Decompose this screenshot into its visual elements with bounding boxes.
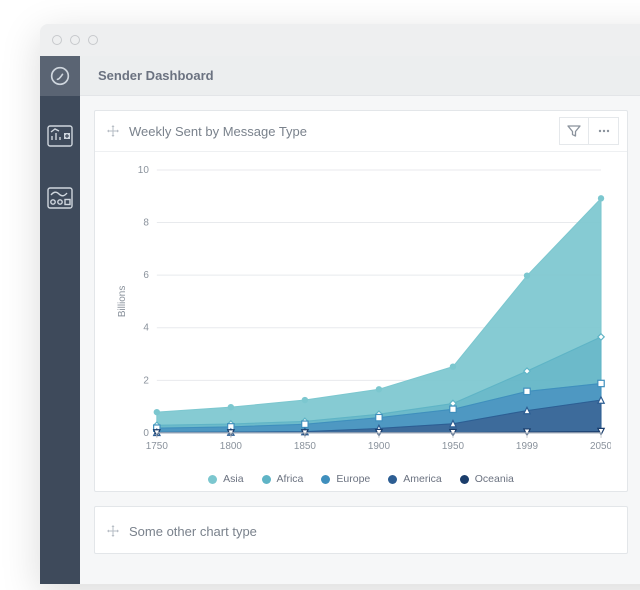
legend-label: Asia: [223, 473, 243, 485]
legend-item[interactable]: Europe: [321, 473, 370, 485]
window-dot: [88, 35, 98, 45]
svg-text:8: 8: [143, 218, 149, 229]
svg-text:2: 2: [143, 376, 149, 387]
chart-legend: Asia Africa Europe America Oceania: [95, 469, 627, 491]
svg-text:1750: 1750: [146, 441, 169, 452]
move-icon[interactable]: [105, 523, 121, 539]
legend-item[interactable]: America: [388, 473, 442, 485]
move-icon[interactable]: [105, 123, 121, 139]
svg-text:2050: 2050: [590, 441, 611, 452]
app-window: Sender Dashboard Weekly Sent by Message …: [40, 24, 640, 584]
add-chart-icon: [47, 125, 73, 147]
ellipsis-icon: [597, 124, 611, 138]
window-dot: [52, 35, 62, 45]
window-dot: [70, 35, 80, 45]
app-logo[interactable]: [40, 56, 80, 96]
svg-text:4: 4: [143, 323, 149, 334]
page-title-text: Sender Dashboard: [98, 68, 214, 83]
sidebar-item-dashboard[interactable]: [40, 114, 80, 158]
chart-card-bottom: Some other chart type: [94, 506, 628, 554]
main-area: Sender Dashboard Weekly Sent by Message …: [80, 56, 640, 584]
legend-label: Oceania: [475, 473, 514, 485]
svg-text:10: 10: [138, 165, 150, 176]
svg-text:1800: 1800: [220, 441, 243, 452]
legend-label: America: [403, 473, 442, 485]
svg-text:6: 6: [143, 270, 149, 281]
legend-swatch: [321, 475, 330, 484]
legend-label: Europe: [336, 473, 370, 485]
chart-card-main: Weekly Sent by Message Type: [94, 110, 628, 492]
legend-item[interactable]: Oceania: [460, 473, 514, 485]
filter-button[interactable]: [559, 117, 589, 145]
legend-swatch: [262, 475, 271, 484]
svg-text:1850: 1850: [294, 441, 317, 452]
left-sidebar: [40, 56, 80, 584]
analytics-icon: [47, 187, 73, 209]
filter-icon: [567, 124, 581, 138]
chart-area: 0 2 4 6 8 10 1750 1800 1850 1900 1950 1999 2050 Billi…: [95, 152, 627, 469]
svg-text:1950: 1950: [442, 441, 465, 452]
window-titlebar: [40, 24, 640, 56]
chart-title: Weekly Sent by Message Type: [129, 124, 551, 139]
page-title: Sender Dashboard: [80, 56, 640, 96]
svg-text:Billions: Billions: [117, 286, 128, 318]
legend-item[interactable]: Asia: [208, 473, 243, 485]
legend-label: Africa: [277, 473, 304, 485]
app-logo-icon: [50, 66, 70, 86]
legend-swatch: [208, 475, 217, 484]
sidebar-item-analytics[interactable]: [40, 176, 80, 220]
legend-swatch: [388, 475, 397, 484]
svg-text:1999: 1999: [516, 441, 539, 452]
legend-swatch: [460, 475, 469, 484]
more-button[interactable]: [589, 117, 619, 145]
svg-text:0: 0: [143, 428, 149, 439]
chart-title: Some other chart type: [129, 524, 619, 539]
stacked-area-chart: 0 2 4 6 8 10 1750 1800 1850 1900 1950 1999 2050 Billi…: [111, 162, 611, 461]
svg-text:1900: 1900: [368, 441, 391, 452]
legend-item[interactable]: Africa: [262, 473, 304, 485]
